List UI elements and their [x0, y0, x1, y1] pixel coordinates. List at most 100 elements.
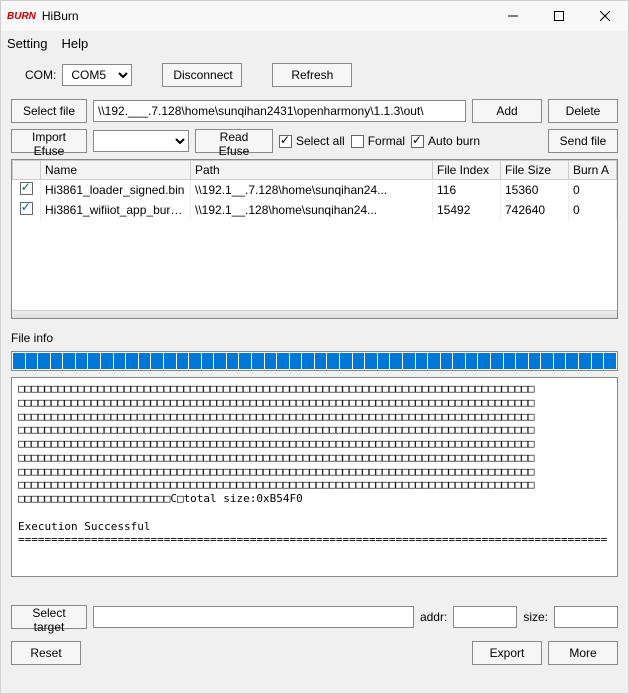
formal-label: Formal	[368, 134, 405, 148]
progress-segment	[202, 353, 214, 369]
progress-segment	[252, 353, 264, 369]
table-header-path[interactable]: Path	[191, 161, 433, 180]
row-checkbox[interactable]	[20, 202, 33, 215]
progress-segment	[63, 353, 75, 369]
maximize-button[interactable]	[536, 1, 582, 31]
progress-segment	[327, 353, 339, 369]
progress-segment	[441, 353, 453, 369]
file-path-input[interactable]	[93, 100, 466, 122]
read-efuse-button[interactable]: Read Efuse	[195, 129, 273, 153]
table-header-file-index[interactable]: File Index	[433, 161, 501, 180]
table-row[interactable]: Hi3861_loader_signed.bin\\192.1__.7.128\…	[13, 180, 617, 201]
addr-label: addr:	[420, 610, 447, 624]
add-button[interactable]: Add	[472, 99, 542, 123]
send-file-button[interactable]: Send file	[548, 129, 618, 153]
file-table: Name Path File Index File Size Burn A Hi…	[11, 159, 618, 319]
row-checkbox[interactable]	[20, 182, 33, 195]
app-window: BURN HiBurn Setting Help COM: COM5 Disco…	[0, 0, 629, 694]
cell-burn-addr: 0	[569, 200, 617, 220]
progress-segment	[51, 353, 63, 369]
com-select[interactable]: COM5	[62, 64, 132, 86]
size-input[interactable]	[554, 606, 618, 628]
progress-segment	[541, 353, 553, 369]
progress-segment	[491, 353, 503, 369]
titlebar: BURN HiBurn	[1, 1, 628, 31]
progress-segment	[214, 353, 226, 369]
table-header-check[interactable]	[13, 161, 41, 180]
progress-segment	[177, 353, 189, 369]
progress-segment	[416, 353, 428, 369]
check-icon	[411, 135, 424, 148]
target-input[interactable]	[93, 606, 414, 628]
progress-segment	[302, 353, 314, 369]
progress-segment	[340, 353, 352, 369]
progress-segment	[76, 353, 88, 369]
progress-segment	[189, 353, 201, 369]
progress-segment	[114, 353, 126, 369]
progress-segment	[504, 353, 516, 369]
progress-segment	[529, 353, 541, 369]
progress-segment	[403, 353, 415, 369]
import-efuse-button[interactable]: Import Efuse	[11, 129, 87, 153]
progress-segment	[592, 353, 604, 369]
progress-segment	[516, 353, 528, 369]
progress-segment	[265, 353, 277, 369]
export-button[interactable]: Export	[472, 641, 542, 665]
table-header-name[interactable]: Name	[41, 161, 191, 180]
progress-segment	[604, 353, 616, 369]
app-icon: BURN	[7, 11, 36, 22]
progress-segment	[151, 353, 163, 369]
menubar: Setting Help	[1, 31, 628, 55]
select-target-button[interactable]: Select target	[11, 605, 87, 629]
progress-segment	[227, 353, 239, 369]
table-header-burn-addr[interactable]: Burn A	[569, 161, 617, 180]
progress-segment	[38, 353, 50, 369]
progress-segment	[390, 353, 402, 369]
minimize-button[interactable]	[490, 1, 536, 31]
close-button[interactable]	[582, 1, 628, 31]
progress-segment	[428, 353, 440, 369]
progress-bar	[11, 351, 618, 371]
addr-input[interactable]	[453, 606, 517, 628]
auto-burn-label: Auto burn	[428, 134, 480, 148]
window-title: HiBurn	[42, 9, 490, 23]
cell-burn-addr: 0	[569, 180, 617, 201]
more-button[interactable]: More	[548, 641, 618, 665]
check-icon	[279, 135, 292, 148]
progress-segment	[88, 353, 100, 369]
select-file-button[interactable]: Select file	[11, 99, 87, 123]
menu-help[interactable]: Help	[61, 36, 88, 51]
table-row[interactable]: Hi3861_wifiiot_app_burn...\\192.1__.128\…	[13, 200, 617, 220]
cell-path: \\192.1__.7.128\home\sunqihan24...	[191, 180, 433, 201]
table-header-row: Name Path File Index File Size Burn A	[13, 161, 617, 180]
cell-file-index: 15492	[433, 200, 501, 220]
reset-button[interactable]: Reset	[11, 641, 81, 665]
select-all-checkbox[interactable]: Select all	[279, 134, 345, 148]
progress-segment	[378, 353, 390, 369]
console-output: □□□□□□□□□□□□□□□□□□□□□□□□□□□□□□□□□□□□□□□□…	[11, 377, 618, 577]
progress-segment	[13, 353, 25, 369]
progress-segment	[566, 353, 578, 369]
menu-setting[interactable]: Setting	[7, 36, 47, 51]
check-icon	[351, 135, 364, 148]
cell-file-size: 742640	[501, 200, 569, 220]
refresh-button[interactable]: Refresh	[272, 63, 352, 87]
com-label: COM:	[25, 68, 56, 82]
efuse-select[interactable]	[93, 130, 189, 152]
cell-name: Hi3861_wifiiot_app_burn...	[41, 200, 191, 220]
disconnect-button[interactable]: Disconnect	[162, 63, 242, 87]
progress-segment	[277, 353, 289, 369]
cell-file-index: 116	[433, 180, 501, 201]
horizontal-scrollbar[interactable]	[12, 310, 617, 318]
progress-segment	[466, 353, 478, 369]
progress-segment	[365, 353, 377, 369]
delete-button[interactable]: Delete	[548, 99, 618, 123]
progress-segment	[126, 353, 138, 369]
formal-checkbox[interactable]: Formal	[351, 134, 405, 148]
cell-path: \\192.1__.128\home\sunqihan24...	[191, 200, 433, 220]
progress-segment	[26, 353, 38, 369]
auto-burn-checkbox[interactable]: Auto burn	[411, 134, 480, 148]
progress-segment	[239, 353, 251, 369]
progress-segment	[579, 353, 591, 369]
table-header-file-size[interactable]: File Size	[501, 161, 569, 180]
